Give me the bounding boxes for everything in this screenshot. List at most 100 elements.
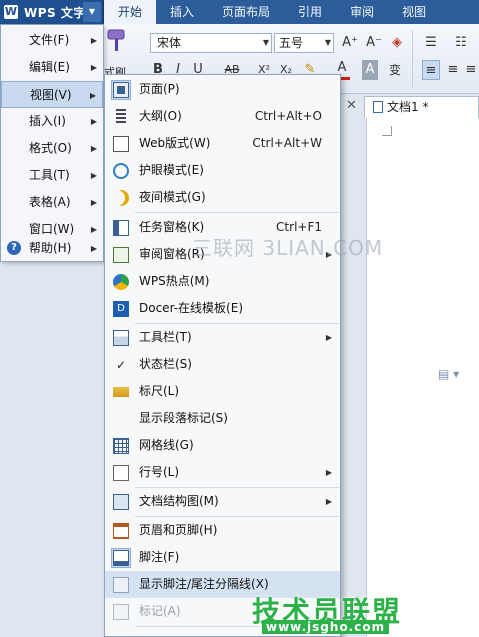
chevron-right-icon: ▶: [325, 468, 332, 477]
menu-item-outline[interactable]: 大纲(O) Ctrl+Alt+O: [105, 103, 340, 130]
menu-item-header-footer[interactable]: 页眉和页脚(H): [105, 517, 340, 544]
ruler-icon: [113, 387, 129, 397]
align-right-icon[interactable]: ≡: [464, 60, 478, 80]
shrink-font-button[interactable]: A⁻: [364, 33, 384, 53]
menu-item-label: 状态栏(S): [139, 357, 192, 371]
tab-home[interactable]: 开始: [104, 0, 157, 24]
menu-item-label: 工具(T): [29, 168, 70, 182]
menu-item-web-layout[interactable]: Web版式(W) Ctrl+Alt+W: [105, 130, 340, 157]
chevron-right-icon: ▶: [90, 198, 97, 207]
menu-item-help[interactable]: ? 帮助(H) ▶: [1, 235, 103, 262]
paste-options-icon[interactable]: ▤ ▾: [438, 367, 459, 381]
font-size-select[interactable]: 五号 ▼: [274, 33, 334, 53]
wps-logo-icon: W: [4, 5, 18, 19]
grow-font-button[interactable]: A⁺: [340, 33, 360, 53]
menu-item-eye-protection[interactable]: 护眼模式(E): [105, 157, 340, 184]
tab-references[interactable]: 引用: [284, 0, 336, 24]
document-tab[interactable]: 文档1 *: [364, 96, 479, 118]
eye-protection-icon: [113, 163, 129, 179]
menu-item-gridlines[interactable]: 网格线(G): [105, 432, 340, 459]
review-pane-icon: [113, 247, 129, 263]
menu-item-ruler[interactable]: 标尺(L): [105, 378, 340, 405]
menu-item-label: 大纲(O): [139, 109, 182, 123]
bullets-icon[interactable]: ☰: [422, 33, 440, 53]
chevron-right-icon: ▶: [90, 144, 97, 153]
menu-item-label: 行号(L): [139, 465, 180, 479]
page-margin-corner: [382, 126, 392, 136]
menu-item-label: 格式(O): [29, 141, 72, 155]
chevron-right-icon: ▶: [90, 244, 97, 253]
task-pane-icon: [113, 220, 129, 236]
numbering-icon[interactable]: ☷: [452, 33, 470, 53]
menu-item-label: 标记(A): [139, 604, 181, 618]
menu-item-docer[interactable]: D Docer-在线模板(E): [105, 295, 340, 322]
chevron-right-icon: ▶: [89, 91, 96, 100]
menu-item-wps-hotspot[interactable]: WPS热点(M): [105, 268, 340, 295]
menu-item-edit[interactable]: 编辑(E) ▶: [1, 54, 103, 81]
chevron-right-icon: ▶: [90, 63, 97, 72]
view-submenu: 页面(P) 大纲(O) Ctrl+Alt+O Web版式(W) Ctrl+Alt…: [104, 74, 341, 637]
clear-format-icon[interactable]: ◈: [388, 33, 406, 53]
wps-main-menu: 文件(F) ▶ 编辑(E) ▶ 视图(V) ▶ 插入(I) ▶ 格式(O) ▶ 工具(T)…: [0, 24, 104, 262]
menu-item-label: 表格(A): [29, 195, 71, 209]
chevron-right-icon: ▶: [325, 333, 332, 342]
markup-icon: [113, 604, 129, 620]
chevron-right-icon: ▶: [90, 171, 97, 180]
menu-item-paragraph-marks[interactable]: 显示段落标记(S): [105, 405, 340, 432]
menu-item-document-map[interactable]: 文档结构图(M) ▶: [105, 488, 340, 515]
menu-item-shortcut: Ctrl+Alt+W: [252, 136, 322, 150]
menu-item-label: 标尺(L): [139, 384, 180, 398]
tab-page-layout[interactable]: 页面布局: [208, 0, 284, 24]
menu-item-table[interactable]: 表格(A) ▶: [1, 189, 103, 216]
document-page[interactable]: [366, 118, 479, 637]
menu-item-line-numbers[interactable]: 行号(L) ▶: [105, 459, 340, 486]
menu-item-label: 文档结构图(M): [139, 494, 219, 508]
menu-item-label: 页眉和页脚(H): [139, 523, 218, 537]
outline-view-icon: [116, 109, 126, 125]
menu-item-format[interactable]: 格式(O) ▶: [1, 135, 103, 162]
ribbon-tabs: 开始 插入 页面布局 引用 审阅 视图: [104, 0, 440, 24]
menu-item-night-mode[interactable]: 夜间模式(G): [105, 184, 340, 211]
align-left-icon[interactable]: ≡: [422, 60, 440, 80]
menu-item-label: 夜间模式(G): [139, 190, 206, 204]
menu-item-tools[interactable]: 工具(T) ▶: [1, 162, 103, 189]
font-name-select[interactable]: 宋体 ▼: [150, 33, 272, 53]
menu-item-label: 显示段落标记(S): [139, 411, 228, 425]
font-name-value: 宋体: [157, 36, 182, 50]
document-tab-title: 文档1 *: [387, 100, 429, 114]
menu-item-view[interactable]: 视图(V) ▶: [1, 81, 103, 108]
character-shading-button[interactable]: A: [362, 60, 378, 80]
menu-item-label: 护眼模式(E): [139, 163, 204, 177]
wps-menu-button[interactable]: W WPS 文字 ▼: [0, 0, 104, 24]
wps-hotspot-icon: [113, 274, 129, 290]
chevron-down-icon[interactable]: ▼: [83, 2, 101, 22]
format-painter-icon[interactable]: [104, 28, 130, 56]
menu-item-insert[interactable]: 插入(I) ▶: [1, 108, 103, 135]
line-numbers-icon: [113, 465, 129, 481]
close-icon[interactable]: ✕: [346, 98, 357, 113]
font-size-value: 五号: [279, 36, 304, 50]
tab-insert[interactable]: 插入: [156, 0, 208, 24]
page-view-icon: [113, 82, 129, 98]
menu-item-label: WPS热点(M): [139, 274, 210, 288]
tab-review[interactable]: 审阅: [336, 0, 388, 24]
chevron-right-icon: ▶: [325, 497, 332, 506]
menu-item-file[interactable]: 文件(F) ▶: [1, 27, 103, 54]
menu-item-footnote[interactable]: 脚注(F): [105, 544, 340, 571]
document-icon: [373, 101, 383, 113]
document-map-icon: [113, 494, 129, 510]
tab-view[interactable]: 视图: [388, 0, 440, 24]
align-center-icon[interactable]: ≡: [444, 60, 462, 80]
night-mode-icon: [113, 190, 129, 206]
menu-item-status-bar[interactable]: ✓ 状态栏(S): [105, 351, 340, 378]
menu-item-label: 视图(V): [30, 88, 72, 102]
watermark-jsgho-url: www.jsgho.com: [262, 620, 390, 634]
menu-item-page-view[interactable]: 页面(P): [105, 76, 340, 103]
web-layout-icon: [113, 136, 129, 152]
toolbar-icon: [113, 330, 129, 346]
menu-item-label: 文件(F): [29, 33, 70, 47]
menu-item-toolbar[interactable]: 工具栏(T) ▶: [105, 324, 340, 351]
watermark-3lian: 三联网 3LIAN.COM: [192, 236, 384, 260]
phonetic-guide-icon[interactable]: 变: [384, 60, 406, 80]
menu-item-label: 插入(I): [29, 114, 66, 128]
